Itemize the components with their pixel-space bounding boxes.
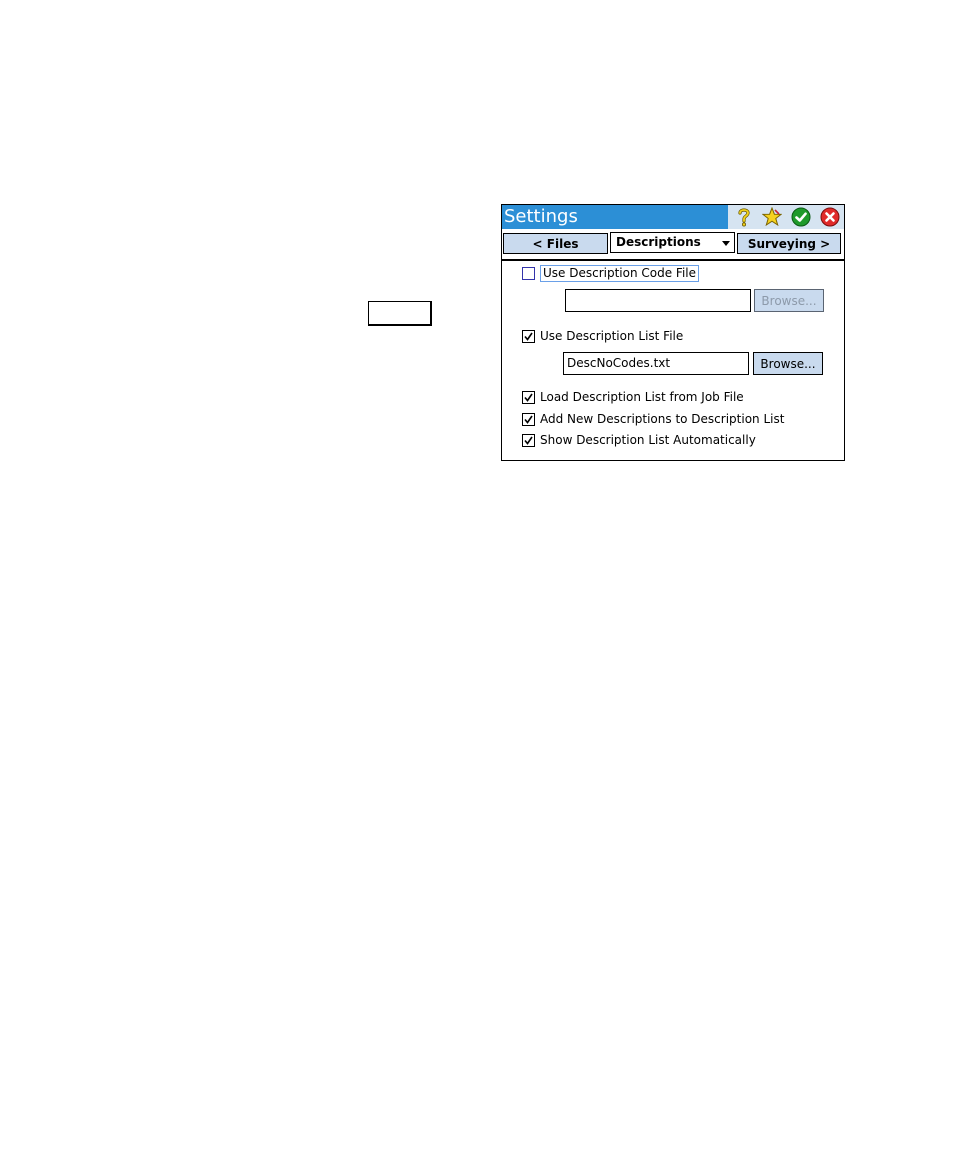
ok-check-icon[interactable] <box>791 207 811 227</box>
list-file-browse-button[interactable]: Browse... <box>753 352 823 375</box>
use-code-file-label: Use Description Code File <box>540 264 700 282</box>
code-file-browse-button[interactable]: Browse... <box>754 289 824 312</box>
load-from-job-option[interactable]: Load Description List from Job File <box>522 388 744 406</box>
use-code-file-option[interactable]: Use Description Code File <box>522 264 700 282</box>
close-x-icon[interactable] <box>820 207 840 227</box>
next-page-button[interactable]: Surveying > <box>737 233 841 254</box>
show-auto-option[interactable]: Show Description List Automatically <box>522 431 756 449</box>
title-icon-tray <box>728 205 844 229</box>
use-list-file-label: Use Description List File <box>540 328 684 343</box>
add-new-checkbox[interactable] <box>522 412 535 426</box>
stray-outline-box <box>368 301 432 326</box>
show-auto-label: Show Description List Automatically <box>540 432 756 447</box>
load-from-job-checkbox[interactable] <box>522 390 535 404</box>
use-list-file-option[interactable]: Use Description List File <box>522 327 683 345</box>
help-icon[interactable] <box>734 207 754 227</box>
code-file-input[interactable] <box>565 289 751 312</box>
add-new-option[interactable]: Add New Descriptions to Description List <box>522 410 784 428</box>
add-new-label: Add New Descriptions to Description List <box>540 411 785 426</box>
settings-window: Settings < Files Descriptions Surveying … <box>501 204 845 461</box>
favorites-star-icon[interactable] <box>762 207 782 227</box>
list-file-input[interactable]: DescNoCodes.txt <box>563 352 749 375</box>
dropdown-arrow-icon <box>722 241 730 246</box>
page-selector-dropdown[interactable]: Descriptions <box>610 232 735 253</box>
title-bar: Settings <box>502 205 844 229</box>
prev-page-button[interactable]: < Files <box>503 233 608 254</box>
use-code-file-checkbox[interactable] <box>522 266 535 280</box>
page-selector-value: Descriptions <box>616 235 701 249</box>
use-list-file-checkbox[interactable] <box>522 329 535 343</box>
separator-line <box>502 259 844 261</box>
load-from-job-label: Load Description List from Job File <box>540 389 744 404</box>
show-auto-checkbox[interactable] <box>522 433 535 447</box>
page-navigation: < Files Descriptions Surveying > <box>502 230 844 260</box>
window-title: Settings <box>504 206 578 227</box>
